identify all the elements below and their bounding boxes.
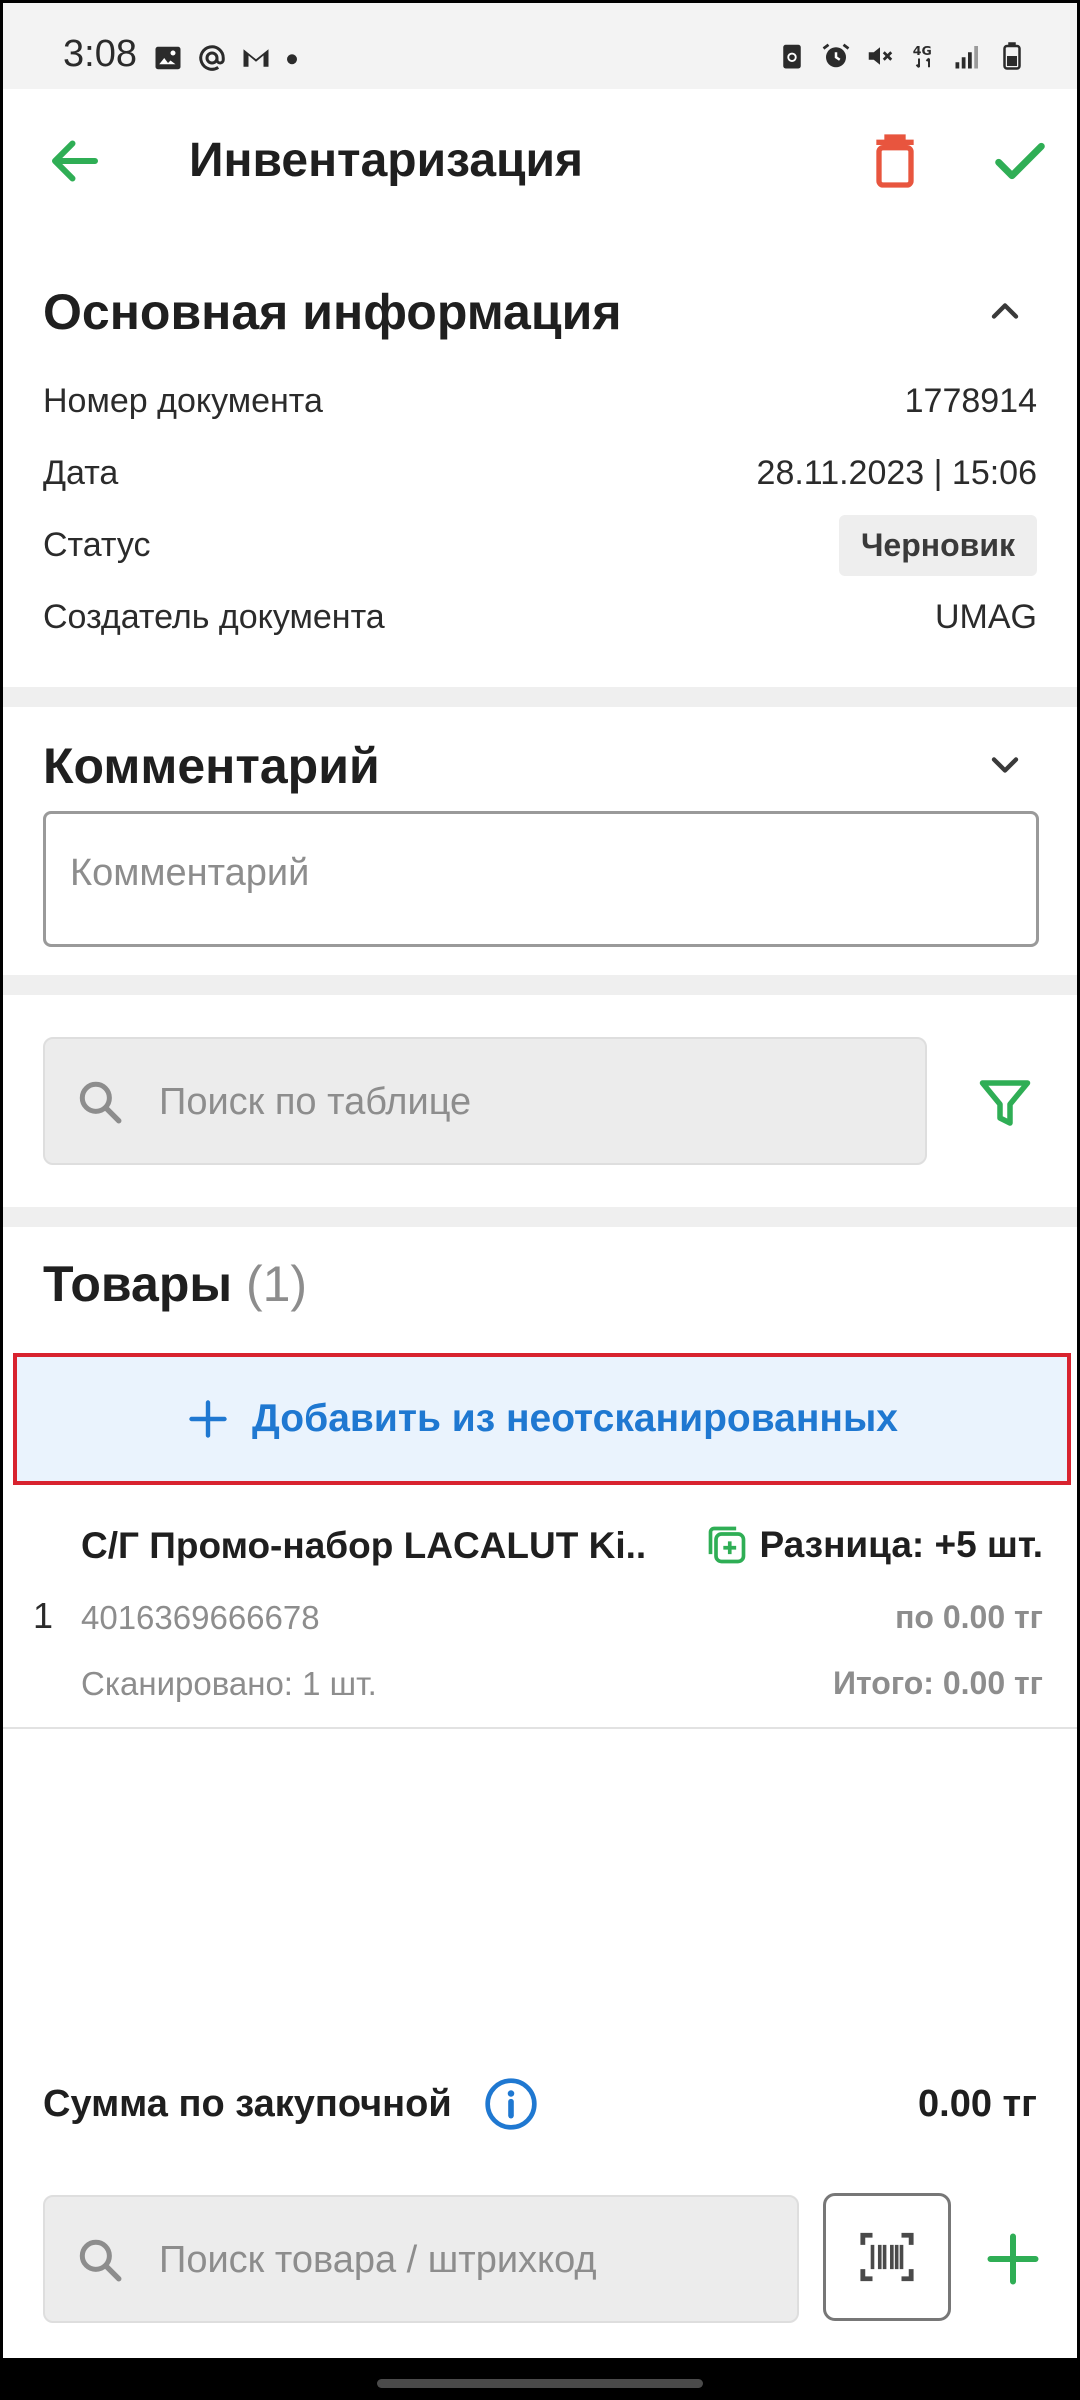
status-right-icons: 4G bbox=[777, 41, 1027, 71]
status-badge: Черновик bbox=[838, 514, 1037, 576]
comment-title: Комментарий bbox=[43, 738, 380, 794]
table-search-placeholder: Поиск по таблице bbox=[159, 1081, 472, 1123]
info-icon[interactable] bbox=[483, 2076, 539, 2132]
chevron-up-icon[interactable] bbox=[983, 289, 1027, 333]
image-icon bbox=[155, 46, 181, 70]
add-copy-icon bbox=[709, 1526, 746, 1564]
item-scanned: Сканировано: 1 шт. bbox=[81, 1665, 377, 1702]
divider bbox=[3, 1207, 1077, 1227]
info-label: Создатель документа bbox=[43, 597, 385, 636]
item-name: С/Г Промо-набор LACALUT Ki.. bbox=[81, 1525, 647, 1566]
plus-icon[interactable] bbox=[983, 2229, 1043, 2289]
info-row-doc-number: Номер документа 1778914 bbox=[43, 371, 1037, 431]
goods-title-label: Товары bbox=[43, 1256, 233, 1312]
comment-field[interactable]: Комментарий bbox=[43, 811, 1039, 947]
battery-icon bbox=[1003, 42, 1021, 70]
alarm-icon bbox=[822, 43, 850, 68]
divider bbox=[3, 975, 1077, 995]
barcode-icon bbox=[860, 2232, 914, 2282]
product-search-input[interactable]: Поиск товара / штрихкод bbox=[43, 2195, 799, 2323]
goods-count: (1) bbox=[245, 1256, 308, 1312]
table-search-input[interactable]: Поиск по таблице bbox=[43, 1037, 927, 1165]
page-title: Инвентаризация bbox=[189, 134, 584, 187]
item-difference-label: Разница: +5 шт. bbox=[759, 1524, 1043, 1565]
signal-icon bbox=[955, 46, 978, 69]
info-value: UMAG bbox=[935, 597, 1037, 636]
search-icon bbox=[79, 1081, 122, 1124]
mail-icon bbox=[243, 49, 269, 67]
info-label: Дата bbox=[43, 453, 119, 492]
arrow-left-icon[interactable] bbox=[45, 131, 105, 191]
barcode-scan-button[interactable] bbox=[823, 2193, 951, 2321]
trash-icon[interactable] bbox=[863, 129, 927, 193]
divider bbox=[3, 687, 1077, 707]
info-row-date: Дата 28.11.2023 | 15:06 bbox=[43, 443, 1037, 503]
svg-text:4G: 4G bbox=[913, 43, 932, 58]
info-value: 1778914 bbox=[904, 381, 1037, 420]
at-icon bbox=[199, 45, 225, 71]
mute-icon bbox=[868, 47, 893, 65]
check-icon[interactable] bbox=[988, 129, 1052, 193]
app-bar: Инвентаризация bbox=[3, 89, 1077, 237]
status-bar: 3:08 4G bbox=[3, 3, 1077, 89]
dot-icon bbox=[287, 54, 297, 65]
battery-saver-icon bbox=[783, 44, 801, 69]
goods-title: Товары (1) bbox=[43, 1255, 307, 1313]
add-unscanned-label: Добавить из неотсканированных bbox=[252, 1397, 898, 1440]
4g-icon: 4G bbox=[913, 43, 932, 68]
search-icon bbox=[79, 2239, 122, 2282]
info-row-status: Статус Черновик bbox=[43, 514, 1037, 576]
filter-icon[interactable] bbox=[975, 1073, 1035, 1133]
sum-label: Сумма по закупочной bbox=[43, 2083, 452, 2125]
product-search-placeholder: Поиск товара / штрихкод bbox=[159, 2239, 597, 2281]
info-label: Номер документа bbox=[43, 381, 323, 420]
table-row[interactable]: 1 С/Г Промо-набор LACALUT Ki.. Разница: … bbox=[3, 1503, 1077, 1729]
item-difference: Разница: +5 шт. bbox=[705, 1523, 1043, 1567]
chevron-down-icon[interactable] bbox=[983, 743, 1027, 787]
status-time: 3:08 bbox=[63, 33, 137, 75]
main-info-section: Основная информация Номер документа 1778… bbox=[3, 237, 1077, 687]
info-value: 28.11.2023 | 15:06 bbox=[756, 453, 1037, 492]
item-price: по 0.00 тг bbox=[895, 1599, 1043, 1635]
add-unscanned-button[interactable]: Добавить из неотсканированных bbox=[13, 1353, 1071, 1485]
item-total: Итого: 0.00 тг bbox=[833, 1665, 1043, 1701]
item-index: 1 bbox=[33, 1595, 54, 1636]
plus-icon bbox=[189, 1400, 227, 1438]
sum-value: 0.00 тг bbox=[918, 2083, 1037, 2125]
status-left-icons bbox=[153, 43, 299, 73]
info-label: Статус bbox=[43, 525, 151, 564]
main-info-title: Основная информация bbox=[43, 284, 622, 340]
gesture-nav-bar[interactable] bbox=[377, 2379, 703, 2388]
info-row-creator: Создатель документа UMAG bbox=[43, 587, 1037, 647]
item-barcode: 4016369666678 bbox=[81, 1599, 320, 1636]
app-screen: 3:08 4G Инвентаризация Основная информац… bbox=[3, 3, 1077, 2358]
